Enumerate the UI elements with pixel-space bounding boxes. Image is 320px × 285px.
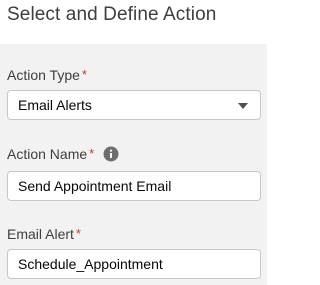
section-title: Select and Define Action — [7, 4, 217, 25]
action-name-label: Action Name — [7, 146, 88, 162]
required-mark: * — [81, 67, 87, 82]
required-mark: * — [75, 226, 81, 241]
email-alert-lookup[interactable]: Schedule_Appointment — [7, 249, 261, 279]
email-alert-field: Email Alert * Schedule_Appointment — [7, 226, 263, 279]
chevron-down-icon[interactable] — [238, 103, 248, 109]
email-alert-label-row: Email Alert * — [7, 226, 263, 242]
action-type-field: Action Type * Email Alerts — [7, 67, 263, 120]
section-header: Select and Define Action — [0, 0, 267, 40]
action-type-select[interactable]: Email Alerts — [7, 90, 261, 120]
info-icon[interactable] — [103, 146, 119, 162]
required-mark: * — [89, 146, 95, 161]
action-type-label: Action Type — [7, 67, 80, 83]
action-type-selected-value: Email Alerts — [18, 97, 92, 113]
email-alert-value: Schedule_Appointment — [18, 256, 163, 272]
action-name-input[interactable]: Send Appointment Email — [7, 171, 261, 201]
action-name-value: Send Appointment Email — [18, 178, 172, 194]
action-name-field: Action Name * Send Appointment Email — [7, 146, 263, 201]
action-name-label-row: Action Name * — [7, 146, 263, 162]
action-form-panel: Action Type * Email Alerts Action Name *… — [0, 44, 267, 285]
email-alert-label: Email Alert — [7, 226, 74, 242]
action-type-label-row: Action Type * — [7, 67, 263, 83]
